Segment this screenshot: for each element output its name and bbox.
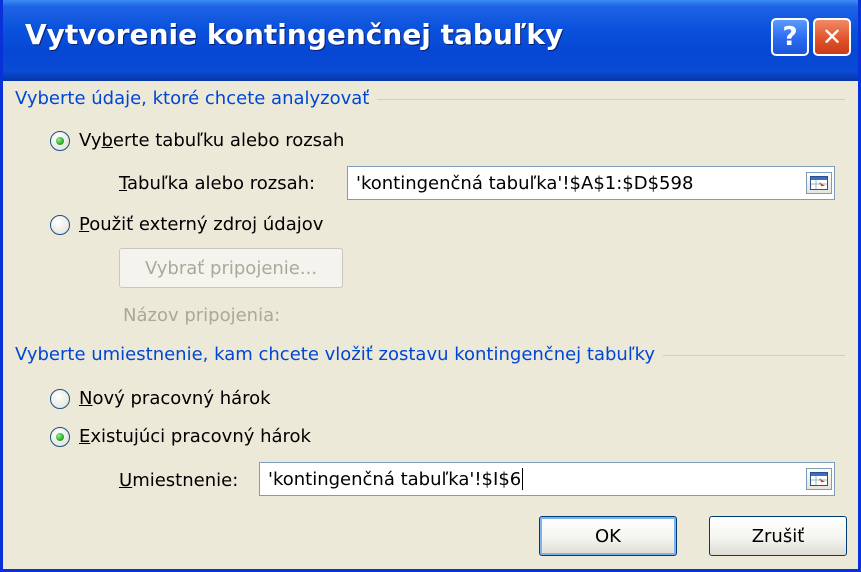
radio-icon[interactable] [50,130,70,151]
ok-button[interactable]: OK [539,516,677,556]
choose-connection-button[interactable]: Vybrať pripojenie... [119,248,343,288]
radio-existing-worksheet-label: Existujúci pracovný hárok [79,426,311,447]
radio-existing-worksheet[interactable]: Existujúci pracovný hárok [50,426,311,447]
range-picker-icon [810,472,828,486]
help-button[interactable]: ? [771,18,809,56]
close-icon: ✕ [821,23,843,51]
range-picker-icon [810,176,828,190]
dialog-window: Vytvorenie kontingenčnej tabuľky ? ✕ Vyb… [0,0,861,572]
radio-select-table-label: Vyberte tabuľku alebo rozsah [79,130,345,151]
radio-icon[interactable] [50,388,70,409]
radio-select-table[interactable]: Vyberte tabuľku alebo rozsah [50,130,344,151]
range-field-label: Tabuľka alebo rozsah: [119,173,316,194]
radio-icon[interactable] [50,214,70,235]
radio-new-worksheet-label: Nový pracovný hárok [79,388,271,409]
collapse-dialog-button-location[interactable] [806,468,832,490]
help-icon: ? [782,22,798,52]
location-input-value: 'kontingenčná tabuľka'!$I$6 [268,468,522,490]
close-button[interactable]: ✕ [813,18,851,56]
location-field-label: Umiestnenie: [119,470,239,491]
dialog-title: Vytvorenie kontingenčnej tabuľky [25,18,564,51]
connection-name-label: Názov pripojenia: [123,305,281,326]
location-group-label: Vyberte umiestnenie, kam chcete vložiť z… [15,344,664,365]
text-caret [522,468,524,490]
radio-external-source-label: Použiť externý zdroj údajov [79,214,324,235]
title-bar[interactable]: Vytvorenie kontingenčnej tabuľky ? ✕ [3,0,858,81]
range-input-value: 'kontingenčná tabuľka'!$A$1:$D$598 [356,172,694,194]
range-input[interactable]: 'kontingenčná tabuľka'!$A$1:$D$598 [347,166,835,200]
collapse-dialog-button-range[interactable] [806,172,832,194]
data-group-label: Vyberte údaje, ktoré chcete analyzovať [15,88,378,109]
radio-external-source[interactable]: Použiť externý zdroj údajov [50,214,323,235]
cancel-button[interactable]: Zrušiť [709,516,847,556]
location-input[interactable]: 'kontingenčná tabuľka'!$I$6 [259,462,835,496]
radio-icon[interactable] [50,426,70,447]
radio-new-worksheet[interactable]: Nový pracovný hárok [50,388,271,409]
